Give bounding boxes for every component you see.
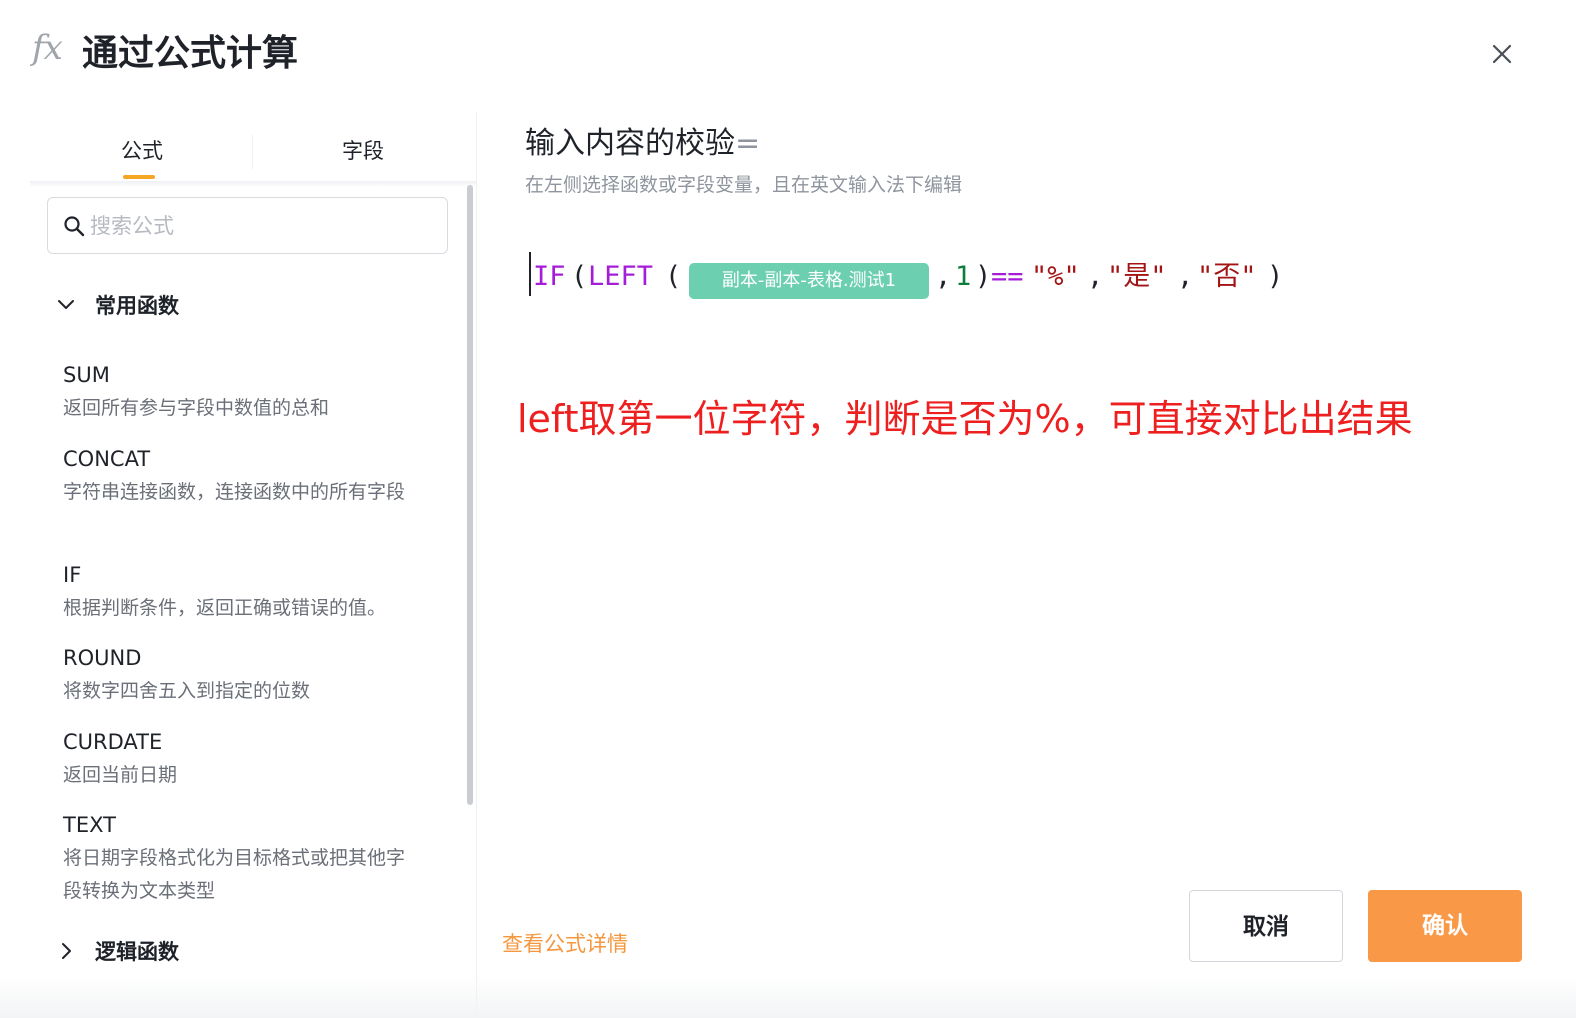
token-paren: ( [665, 261, 682, 292]
dialog-header: fx 通过公式计算 [0, 0, 1576, 110]
fx-icon: fx [32, 28, 63, 68]
editor-hint: 在左侧选择函数或字段变量，且在英文输入法下编辑 [525, 174, 963, 196]
function-description: 返回当前日期 [63, 764, 178, 786]
tabs-shadow [30, 181, 476, 187]
chevron-right-icon [62, 943, 71, 959]
function-description: 将数字四舍五入到指定的位数 [63, 680, 311, 702]
function-name: TEXT [63, 813, 116, 837]
token-operator: == [991, 261, 1024, 292]
chevron-down-icon [58, 300, 74, 309]
function-description: 根据判断条件，返回正确或错误的值。 [63, 597, 387, 619]
function-description: 字符串连接函数，连接函数中的所有字段 [63, 481, 406, 503]
equals-sign: = [735, 126, 761, 161]
search-input[interactable] [90, 206, 430, 246]
function-name: SUM [63, 363, 110, 387]
panel-tabs: 公式 字段 [30, 115, 476, 187]
red-annotation: left取第一位字符，判断是否为%，可直接对比出结果 [517, 397, 1413, 441]
token-paren: ) [975, 261, 992, 292]
function-description: 返回所有参与字段中数值的总和 [63, 397, 330, 419]
function-name: CURDATE [63, 730, 163, 754]
token-string: "%" [1031, 261, 1080, 292]
confirm-button[interactable]: 确认 [1368, 890, 1522, 962]
tab-divider [252, 135, 253, 169]
token-paren: ) [1267, 261, 1284, 292]
token-comma: , [935, 261, 952, 292]
field-name: 输入内容的校验 [525, 126, 735, 161]
function-list-scrollbar[interactable] [467, 185, 473, 805]
function-item-curdate[interactable]: CURDATE 返回当前日期 [63, 727, 443, 792]
close-button[interactable] [1486, 38, 1518, 70]
close-icon [1492, 44, 1512, 64]
token-comma: , [1177, 261, 1194, 292]
group-label: 逻辑函数 [95, 940, 179, 964]
function-item-sum[interactable]: SUM 返回所有参与字段中数值的总和 [63, 360, 443, 425]
active-tab-indicator [123, 175, 155, 179]
token-function-if: IF [533, 261, 566, 292]
dialog-title: 通过公式计算 [82, 33, 299, 74]
group-label: 常用函数 [95, 294, 179, 318]
token-string: "否" [1197, 261, 1257, 292]
function-item-text[interactable]: TEXT 将日期字段格式化为目标格式或把其他字段转换为文本类型 [63, 810, 443, 908]
tab-formula[interactable]: 公式 [121, 135, 163, 165]
function-item-concat[interactable]: CONCAT 字符串连接函数，连接函数中的所有字段 [63, 444, 443, 509]
tab-field[interactable]: 字段 [342, 135, 384, 165]
token-paren: ( [571, 261, 588, 292]
function-name: CONCAT [63, 447, 151, 471]
field-variable-chip[interactable]: 副本-副本-表格.测试1 [689, 263, 929, 299]
search-box [47, 197, 448, 254]
function-panel: 公式 字段 常用函数 SUM 返回所有参与字段中数值的总和 [30, 115, 476, 1018]
text-caret [529, 252, 531, 296]
function-item-if[interactable]: IF 根据判断条件，返回正确或错误的值。 [63, 560, 443, 625]
function-description: 将日期字段格式化为目标格式或把其他字段转换为文本类型 [63, 847, 406, 902]
token-comma: , [1087, 261, 1104, 292]
function-name: ROUND [63, 646, 142, 670]
panel-divider [476, 112, 477, 1018]
token-string: "是" [1107, 261, 1167, 292]
function-name: IF [63, 563, 82, 587]
formula-editor[interactable]: IF ( LEFT ( 副本-副本-表格.测试1 , 1 ) == "%" , … [525, 248, 1525, 308]
function-item-round[interactable]: ROUND 将数字四舍五入到指定的位数 [63, 643, 443, 708]
formula-details-link[interactable]: 查看公式详情 [502, 928, 628, 958]
editor-heading: 输入内容的校验= [525, 124, 760, 164]
token-number: 1 [955, 261, 972, 292]
search-icon [64, 216, 85, 237]
formula-dialog: fx 通过公式计算 公式 字段 搜索公式 常用函数 SUM 返回所有参与字段中数… [0, 0, 1576, 1018]
cancel-button[interactable]: 取消 [1189, 890, 1343, 962]
token-function-left: LEFT [588, 261, 654, 292]
